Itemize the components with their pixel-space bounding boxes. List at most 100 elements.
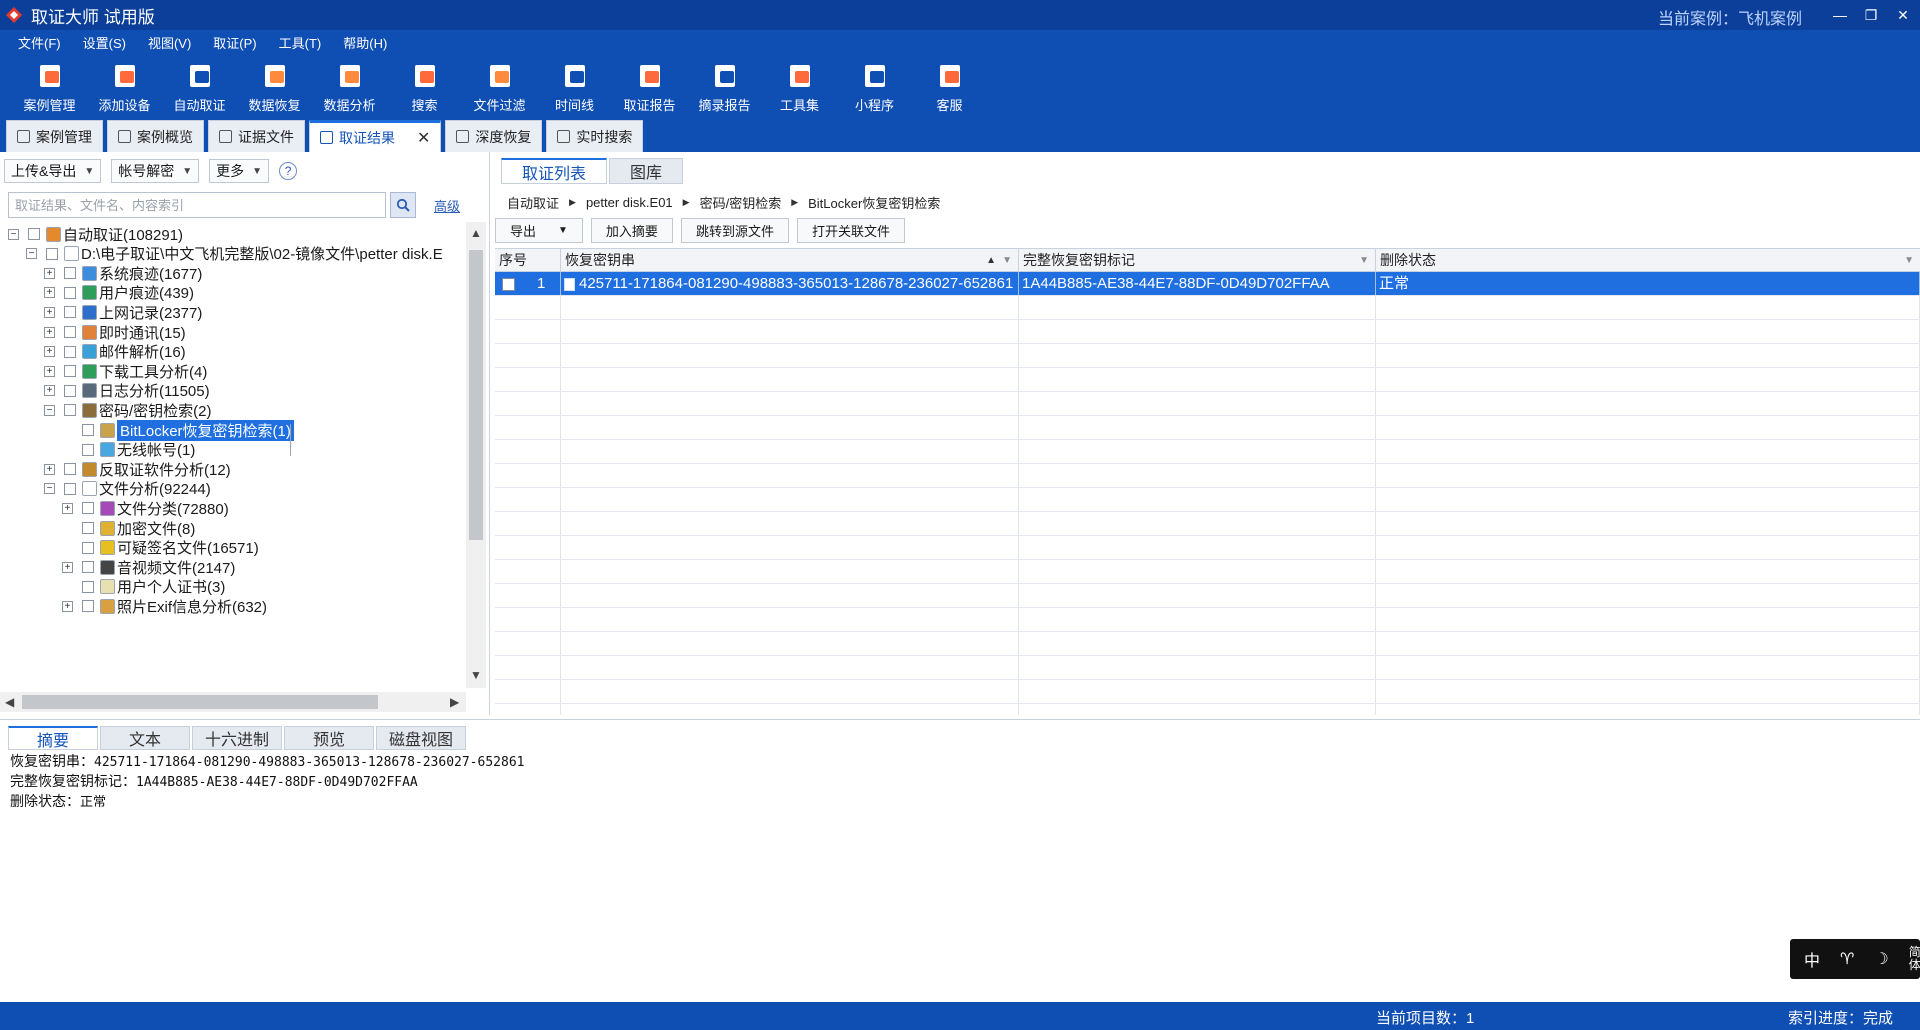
detail-tab[interactable]: 磁盘视图	[376, 726, 466, 750]
tree-resize-divider[interactable]	[290, 424, 291, 456]
tree-checkbox[interactable]	[64, 267, 76, 280]
column-header-delete-status[interactable]: 删除状态 ▼	[1376, 249, 1920, 272]
toolbar-button[interactable]: 案例管理	[12, 58, 87, 118]
scrollbar-thumb[interactable]	[22, 695, 378, 709]
column-header-key-id[interactable]: 完整恢复密钥标记 ▼	[1019, 249, 1376, 272]
breadcrumb-item[interactable]: 密码/密钥检索	[700, 193, 782, 212]
menu-item[interactable]: 工具(T)	[271, 33, 330, 55]
table-row[interactable]	[495, 320, 1920, 344]
ime-punctuation-icon[interactable]: ♈	[1840, 949, 1854, 969]
detail-tab[interactable]: 预览	[284, 726, 374, 750]
advanced-search-link[interactable]: 高级	[434, 196, 460, 215]
table-row[interactable]: 1 425711-171864-081290-498883-365013-1286…	[495, 272, 1920, 296]
tree-checkbox[interactable]	[64, 286, 76, 299]
tree-checkbox[interactable]	[64, 482, 76, 495]
tree-node[interactable]: + 照片Exif信息分析(632)	[62, 594, 267, 618]
breadcrumb-item[interactable]: petter disk.E01	[586, 195, 673, 210]
table-row[interactable]	[495, 584, 1920, 608]
tab-5[interactable]: 实时搜索	[546, 120, 644, 152]
menu-item[interactable]: 设置(S)	[75, 33, 134, 55]
table-row[interactable]	[495, 416, 1920, 440]
tree-checkbox[interactable]	[64, 345, 76, 358]
tree-checkbox[interactable]	[82, 522, 94, 534]
scroll-right-icon[interactable]: ▶	[450, 692, 459, 712]
scroll-up-icon[interactable]: ▲	[466, 226, 486, 240]
collapse-icon[interactable]: −	[44, 404, 55, 416]
toolbar-button[interactable]: 客服	[912, 58, 987, 118]
expand-icon[interactable]: +	[44, 326, 55, 338]
tree-checkbox[interactable]	[82, 443, 94, 456]
tab-1[interactable]: 案例概览	[107, 120, 204, 152]
tree-checkbox[interactable]	[64, 463, 76, 476]
expand-icon[interactable]: +	[44, 463, 55, 475]
search-button[interactable]	[390, 192, 416, 218]
jump-to-source-button[interactable]: 跳转到源文件	[680, 218, 789, 243]
detail-tab[interactable]: 摘要	[8, 726, 98, 750]
expand-icon[interactable]: +	[44, 346, 55, 358]
add-to-summary-button[interactable]: 加入摘要	[590, 218, 673, 243]
tree-checkbox[interactable]	[82, 600, 94, 613]
search-input[interactable]	[8, 192, 386, 218]
table-row[interactable]	[495, 560, 1920, 584]
detail-tab[interactable]: 十六进制	[192, 726, 282, 750]
ime-simplified-label[interactable]: 简 体	[1909, 946, 1920, 972]
scrollbar-thumb[interactable]	[469, 250, 483, 540]
ime-chinese-mode[interactable]: 中	[1804, 947, 1820, 971]
collapse-icon[interactable]: −	[8, 228, 19, 240]
filter-icon[interactable]: ▼	[1904, 249, 1914, 272]
scroll-left-icon[interactable]: ◀	[5, 692, 14, 712]
account-decrypt-dropdown[interactable]: 帐号解密 ▼	[111, 159, 200, 183]
toolbar-button[interactable]: 数据恢复	[237, 58, 312, 118]
expand-icon[interactable]: +	[44, 267, 55, 279]
tab-2[interactable]: 证据文件	[208, 120, 305, 152]
expand-icon[interactable]: +	[44, 385, 55, 397]
upload-export-dropdown[interactable]: 上传&导出 ▼	[4, 159, 102, 183]
toolbar-button[interactable]: 时间线	[537, 58, 612, 118]
menu-item[interactable]: 帮助(H)	[335, 33, 395, 55]
tree-checkbox[interactable]	[28, 228, 40, 240]
expand-icon[interactable]: +	[62, 600, 73, 612]
table-row[interactable]	[495, 536, 1920, 560]
menu-item[interactable]: 视图(V)	[140, 33, 199, 55]
tree-checkbox[interactable]	[82, 561, 94, 574]
close-icon[interactable]: ✕	[417, 128, 430, 148]
column-header-recovery-key[interactable]: 恢复密钥串 ▲ ▼	[561, 249, 1019, 272]
table-row[interactable]	[495, 392, 1920, 416]
table-row[interactable]	[495, 344, 1920, 368]
export-dropdown[interactable]: 导出 ▼	[495, 218, 583, 243]
toolbar-button[interactable]: 摘录报告	[687, 58, 762, 118]
expand-icon[interactable]: +	[62, 561, 73, 573]
tree-checkbox[interactable]	[64, 306, 76, 319]
table-row[interactable]	[495, 680, 1920, 704]
menu-item[interactable]: 取证(P)	[205, 33, 264, 55]
close-window-button[interactable]: ✕	[1890, 3, 1916, 27]
collapse-icon[interactable]: −	[44, 483, 55, 495]
table-row[interactable]	[495, 464, 1920, 488]
expand-icon[interactable]: +	[44, 287, 55, 299]
tab-4[interactable]: 深度恢复	[445, 120, 543, 152]
tab-evidence-list[interactable]: 取证列表	[501, 158, 608, 184]
tree-checkbox[interactable]	[64, 384, 76, 397]
tree-checkbox[interactable]	[64, 365, 76, 378]
expand-icon[interactable]: +	[44, 365, 55, 377]
table-row[interactable]	[495, 704, 1920, 715]
ime-toolbar[interactable]: 中 ♈ ☽ 简 体	[1790, 939, 1920, 979]
breadcrumb-item[interactable]: BitLocker恢复密钥检索	[808, 193, 940, 212]
tab-gallery[interactable]: 图库	[609, 158, 684, 184]
tree-checkbox[interactable]	[82, 502, 94, 515]
table-row[interactable]	[495, 608, 1920, 632]
filter-icon[interactable]: ▼	[1359, 249, 1369, 272]
toolbar-button[interactable]: 添加设备	[87, 58, 162, 118]
table-row[interactable]	[495, 440, 1920, 464]
toolbar-button[interactable]: 搜索	[387, 58, 462, 118]
tree-vertical-scrollbar[interactable]: ▲ ▼	[466, 222, 486, 688]
more-dropdown[interactable]: 更多 ▼	[209, 159, 270, 183]
tree-checkbox[interactable]	[82, 541, 94, 554]
toolbar-button[interactable]: 自动取证	[162, 58, 237, 118]
table-row[interactable]	[495, 632, 1920, 656]
tree-checkbox[interactable]	[64, 326, 76, 338]
tab-3[interactable]: 取证结果 ✕	[309, 120, 442, 152]
tree-horizontal-scrollbar[interactable]: ◀ ▶	[0, 692, 466, 712]
expand-icon[interactable]: +	[62, 502, 73, 514]
toolbar-button[interactable]: 数据分析	[312, 58, 387, 118]
